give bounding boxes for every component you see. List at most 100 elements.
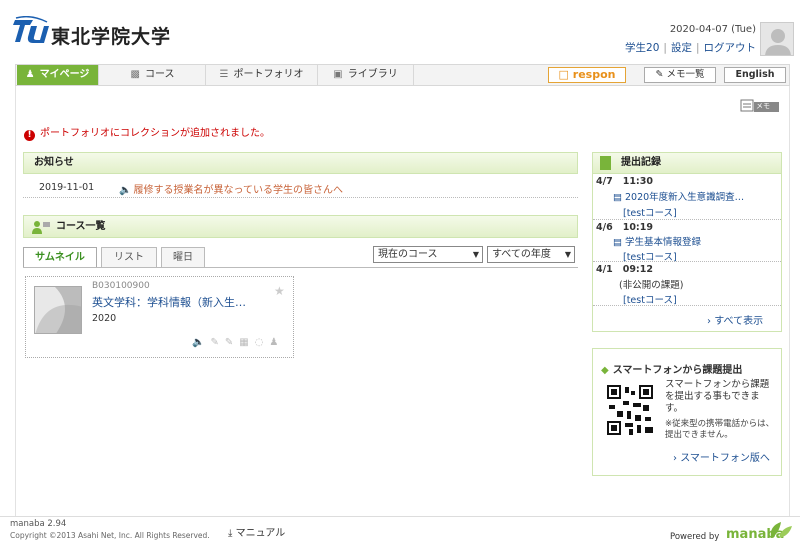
news-date: 2019-11-01 xyxy=(39,182,95,193)
course-title-link[interactable]: 英文学科：学科情報（新入生… xyxy=(92,294,246,310)
submission-title-text: (非公開の課題) xyxy=(619,280,684,291)
logout-link[interactable]: ログアウト xyxy=(704,42,757,54)
favorite-star-icon[interactable]: ★ xyxy=(274,284,285,298)
tab-label: マイページ xyxy=(39,69,90,80)
submission-date: 4/7 xyxy=(596,176,613,187)
news-title: 履修する授業名が異なっている学生の皆さんへ xyxy=(133,185,343,196)
submission-course-link[interactable]: [testコース] xyxy=(623,249,677,263)
tab-label: ポートフォリオ xyxy=(233,69,304,80)
news-link[interactable]: 🔈 履修する授業名が異なっている学生の皆さんへ xyxy=(119,181,343,196)
library-icon: ▣ xyxy=(333,69,343,80)
news-icon: 🔈 xyxy=(192,337,211,348)
class-icon: ▩ xyxy=(130,69,140,80)
submission-heading: 提出記録 xyxy=(592,152,782,174)
leaf-logo-icon xyxy=(770,522,792,538)
smartphone-heading-text: スマートフォンから課題提出 xyxy=(612,365,743,376)
submission-course-link[interactable]: [testコース] xyxy=(623,205,677,219)
submission-course-link[interactable]: [testコース] xyxy=(623,292,677,306)
assignment-icon: ✎ xyxy=(210,337,225,348)
tab-label: ライブラリ xyxy=(347,69,398,80)
course-thumbnail-image-icon xyxy=(35,287,81,333)
footer-divider xyxy=(0,516,800,517)
list-item: 2019-11-01 🔈 履修する授業名が異なっている学生の皆さんへ xyxy=(23,178,578,198)
year-filter-select[interactable]: すべての年度 ▼ xyxy=(487,246,575,263)
smartphone-panel: ◆ スマートフォンから課題提出 スマートフォンから課題を提出する事もできます。 ※… xyxy=(592,348,782,476)
select-value: 現在のコース xyxy=(378,249,438,260)
tab-portfolio[interactable]: ☰ ポートフォリオ xyxy=(206,65,318,85)
speaker-icon: 🔈 xyxy=(119,185,132,196)
copyright-text: Copyright ©2013 Asahi Net, Inc. All Righ… xyxy=(10,531,210,540)
tab-list[interactable]: リスト xyxy=(101,247,157,267)
avatar[interactable] xyxy=(760,22,794,56)
tab-course[interactable]: ▩ コース xyxy=(100,65,206,85)
memo-label: メモ xyxy=(756,102,770,110)
course-list-heading: コース一覧 xyxy=(23,215,578,238)
manual-label: マニュアル xyxy=(235,528,286,539)
submission-title: 提出記録 xyxy=(621,157,661,168)
diamond-icon: ◆ xyxy=(601,365,609,376)
alert-icon: ! xyxy=(24,130,35,141)
submission-datetime: 4/6 10:19 xyxy=(596,222,653,233)
tab-library[interactable]: ▣ ライブラリ xyxy=(318,65,414,85)
tab-mypage[interactable]: ♟ マイページ xyxy=(17,65,99,85)
smartphone-heading: ◆ スマートフォンから課題提出 xyxy=(601,361,742,376)
dropdown-arrow-icon: ▼ xyxy=(564,250,571,259)
english-button[interactable]: English xyxy=(724,67,786,83)
document-icon: ▤ xyxy=(613,237,625,248)
news-heading: お知らせ xyxy=(23,152,578,174)
show-all-label: すべて表示 xyxy=(714,316,764,327)
respon-button[interactable]: □ respon xyxy=(548,67,626,83)
memo-list-button[interactable]: ✎ メモ一覧 xyxy=(644,67,716,83)
portfolio-icon: ☰ xyxy=(219,69,229,80)
manual-link[interactable]: ⤓ マニュアル xyxy=(228,524,285,539)
alert-message: ! ポートフォリオにコレクションが追加されました。 xyxy=(24,124,270,141)
dropdown-arrow-icon: ▼ xyxy=(472,250,479,259)
smartphone-description: スマートフォンから課題を提出する事もできます。 xyxy=(665,379,770,414)
people-icon xyxy=(32,220,50,242)
member-icon: ♟ xyxy=(269,337,285,348)
smartphone-note: ※従来型の携帯電話からは、提出できません。 xyxy=(665,419,775,440)
submission-icon xyxy=(600,156,611,170)
version-text: manaba 2.94 xyxy=(10,519,67,529)
submission-title-text: 学生基本情報登録 xyxy=(625,237,702,248)
memo-button[interactable]: メモ xyxy=(740,98,780,114)
user-silhouette-icon xyxy=(765,29,791,55)
university-name: 東北学院大学 xyxy=(51,26,172,48)
user-links: 学生20 | 設定 | ログアウト xyxy=(600,40,756,55)
document-icon: ▦ xyxy=(239,337,255,348)
submission-list: 4/7 11:30 ▤ 2020年度新入生意識調査… [testコース] 4/6 1… xyxy=(592,174,782,332)
course-status-icons: 🔈✎✎▦◌♟ xyxy=(192,337,284,348)
show-all-link[interactable]: › すべて表示 xyxy=(707,312,763,327)
alert-text: ポートフォリオにコレクションが追加されました。 xyxy=(40,128,270,139)
user-name-link[interactable]: 学生20 xyxy=(625,42,659,54)
memo-list-label: メモ一覧 xyxy=(666,69,705,80)
submission-date: 4/1 xyxy=(596,264,613,275)
course-thumbnail[interactable] xyxy=(34,286,82,334)
settings-link[interactable]: 設定 xyxy=(671,42,692,54)
separator: | xyxy=(663,42,667,54)
divider xyxy=(23,267,578,268)
respon-icon: □ xyxy=(558,68,573,81)
memo-icon: ✎ xyxy=(655,69,667,80)
tab-weekday[interactable]: 曜日 xyxy=(161,247,205,267)
submission-link[interactable]: ▤ 学生基本情報登録 xyxy=(613,234,701,248)
submission-datetime: 4/7 11:30 xyxy=(596,176,653,187)
submission-time: 10:19 xyxy=(622,222,653,233)
smartphone-version-link[interactable]: › スマートフォン版へ xyxy=(673,449,770,464)
smartphone-link-label: スマートフォン版へ xyxy=(680,453,770,464)
report-icon: ✎ xyxy=(224,337,240,348)
list-item: 4/6 10:19 ▤ 学生基本情報登録 [testコース] xyxy=(593,220,781,263)
submission-link[interactable]: ▤ 2020年度新入生意識調査… xyxy=(613,189,744,203)
download-icon: ⤓ xyxy=(228,528,236,539)
submission-time: 09:12 xyxy=(622,264,653,275)
powered-by-text: Powered by xyxy=(670,532,720,542)
submission-date: 4/6 xyxy=(596,222,613,233)
course-filter-select[interactable]: 現在のコース ▼ xyxy=(373,246,483,263)
tab-thumbnail[interactable]: サムネイル xyxy=(23,247,97,268)
current-date: 2020-04-07 (Tue) xyxy=(669,24,756,35)
separator: | xyxy=(695,42,700,54)
thread-icon: ◌ xyxy=(254,337,270,348)
course-card[interactable]: B030100900 英文学科：学科情報（新入生… 2020 ★ 🔈✎✎▦◌♟ xyxy=(25,276,294,358)
list-item: 4/7 11:30 ▤ 2020年度新入生意識調査… [testコース] xyxy=(593,174,781,220)
list-item: 4/1 09:12 (非公開の課題) [testコース] xyxy=(593,262,781,306)
